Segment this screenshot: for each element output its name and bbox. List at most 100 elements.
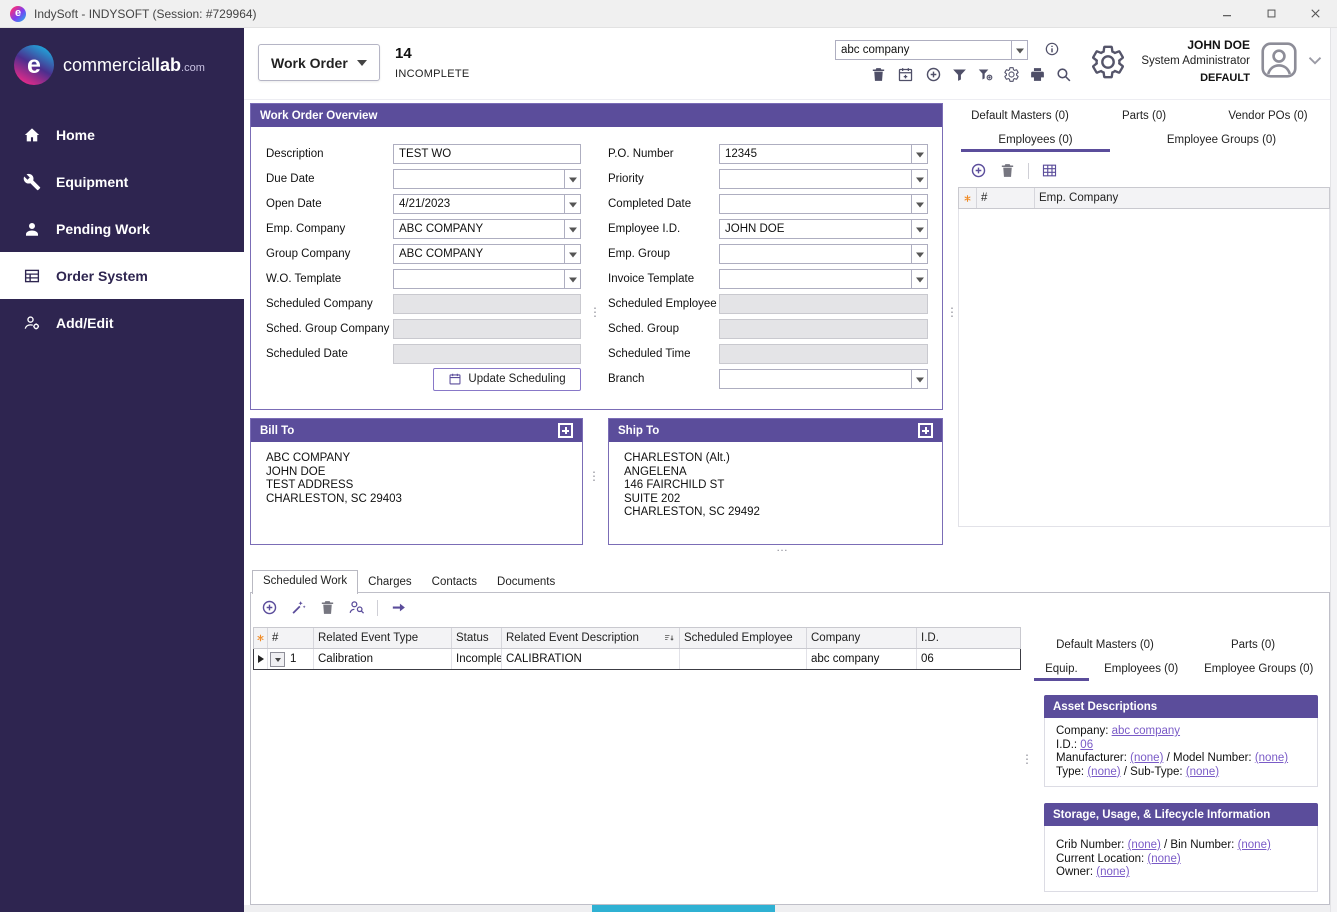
tab-contacts[interactable]: Contacts [422, 572, 487, 593]
user-menu-chevron-icon[interactable] [1304, 49, 1326, 71]
print-icon[interactable] [1029, 66, 1046, 83]
update-scheduling-button[interactable]: Update Scheduling [433, 368, 581, 391]
crib-link[interactable]: (none) [1128, 839, 1161, 851]
maximize-button[interactable] [1249, 0, 1293, 27]
avatar-icon[interactable] [1258, 39, 1300, 81]
tab-parts[interactable]: Parts (0) [1082, 104, 1206, 128]
panel-splitter-handle[interactable]: ⋮ [946, 306, 958, 318]
invoice-template-combo[interactable] [719, 269, 928, 289]
equip-tabs-row2: Equip. Employees (0) Employee Groups (0) [1031, 657, 1327, 681]
emp-company-combo[interactable]: ABC COMPANY [393, 219, 581, 239]
person-search-icon[interactable] [348, 599, 365, 616]
employee-id-combo[interactable]: JOHN DOE [719, 219, 928, 239]
sidebar-item-add-edit[interactable]: Add/Edit [0, 299, 244, 346]
row-dropdown-button[interactable] [270, 652, 285, 667]
priority-combo[interactable] [719, 169, 928, 189]
completed-date-combo[interactable] [719, 194, 928, 214]
trash-icon[interactable] [999, 162, 1016, 179]
add-circle-icon[interactable] [261, 599, 278, 616]
tab-employees[interactable]: Employees (0) [958, 128, 1113, 152]
table-row[interactable]: 1 Calibration Incomple CALIBRATION abc c… [253, 649, 1021, 670]
tab-charges[interactable]: Charges [358, 572, 421, 593]
search-icon[interactable] [1055, 66, 1072, 83]
subtype-link[interactable]: (none) [1186, 766, 1219, 778]
tab-employee-groups[interactable]: Employee Groups (0) [1190, 657, 1327, 681]
minimize-button[interactable] [1205, 0, 1249, 27]
sidebar-item-order-system[interactable]: Order System [0, 252, 244, 299]
column-header[interactable]: Related Event Description [502, 628, 680, 648]
company-combo[interactable]: abc company [835, 40, 1028, 60]
column-header[interactable]: Emp. Company [1035, 188, 1329, 208]
add-bill-to-button[interactable] [558, 423, 573, 438]
id-cell: 06 [917, 649, 1020, 669]
horizontal-scrollbar-thumb[interactable] [592, 905, 775, 912]
arrow-right-icon[interactable] [390, 599, 407, 616]
tab-default-masters[interactable]: Default Masters (0) [1031, 633, 1179, 657]
column-header[interactable]: # [977, 188, 1035, 208]
tab-default-masters[interactable]: Default Masters (0) [958, 104, 1082, 128]
row-selector-cell[interactable] [254, 649, 268, 669]
horizontal-scrollbar[interactable] [244, 905, 1330, 912]
sidebar-item-pending-work[interactable]: Pending Work [0, 205, 244, 252]
add-circle-icon[interactable] [925, 66, 942, 83]
manufacturer-link[interactable]: (none) [1130, 752, 1163, 764]
type-link[interactable]: (none) [1087, 766, 1120, 778]
add-circle-icon[interactable] [970, 162, 987, 179]
grid-icon[interactable] [1041, 162, 1058, 179]
bottom-tabs: Scheduled Work Charges Contacts Document… [252, 569, 565, 593]
description-input[interactable]: TEST WO [393, 144, 581, 164]
column-header[interactable]: # [268, 628, 314, 648]
column-header[interactable]: Related Event Type [314, 628, 452, 648]
tab-vendor-pos[interactable]: Vendor POs (0) [1206, 104, 1330, 128]
column-header[interactable]: Status [452, 628, 502, 648]
filter-icon[interactable] [951, 66, 968, 83]
app-window: e IndySoft - INDYSOFT (Session: #729964)… [0, 0, 1337, 912]
id-link[interactable]: 06 [1080, 739, 1093, 751]
gear-options-icon[interactable] [1003, 66, 1020, 83]
model-link[interactable]: (none) [1255, 752, 1288, 764]
trash-icon[interactable] [870, 66, 887, 83]
close-button[interactable] [1293, 0, 1337, 27]
owner-link[interactable]: (none) [1096, 866, 1129, 878]
bin-link[interactable]: (none) [1238, 839, 1271, 851]
sidebar-nav: Home Equipment Pending Work Order System… [0, 111, 244, 346]
field-label: Sched. Group Company [266, 323, 393, 335]
column-header[interactable]: I.D. [917, 628, 1020, 648]
sidebar-item-home[interactable]: Home [0, 111, 244, 158]
marker-header-cell[interactable] [254, 628, 268, 648]
wo-template-combo[interactable] [393, 269, 581, 289]
billship-splitter-handle[interactable]: ⋮ [588, 470, 600, 482]
open-date-combo[interactable]: 4/21/2023 [393, 194, 581, 214]
marker-header-cell[interactable] [959, 188, 977, 208]
tab-documents[interactable]: Documents [487, 572, 565, 593]
info-icon[interactable] [1044, 41, 1060, 57]
calendar-add-icon[interactable] [897, 66, 914, 83]
magic-wand-icon[interactable] [290, 599, 307, 616]
logo-letter: e [15, 8, 21, 19]
vertical-scrollbar[interactable] [1330, 28, 1337, 912]
column-header[interactable]: Scheduled Employee [680, 628, 807, 648]
tab-employee-groups[interactable]: Employee Groups (0) [1113, 128, 1330, 152]
group-company-combo[interactable]: ABC COMPANY [393, 244, 581, 264]
sidebar-item-equipment[interactable]: Equipment [0, 158, 244, 205]
due-date-combo[interactable] [393, 169, 581, 189]
branch-combo[interactable] [719, 369, 928, 389]
emp-group-combo[interactable] [719, 244, 928, 264]
column-header[interactable]: Company [807, 628, 917, 648]
sidebar-item-label: Pending Work [56, 221, 150, 237]
tab-employees[interactable]: Employees (0) [1092, 657, 1191, 681]
trash-icon[interactable] [319, 599, 336, 616]
sidebar: e commerciallab.com Home Equipment Pendi… [0, 28, 244, 912]
work-order-dropdown-button[interactable]: Work Order [258, 44, 380, 81]
column-splitter-handle[interactable]: ⋮ [589, 306, 601, 318]
header-bar: Work Order 14 INCOMPLETE abc company JOH… [244, 28, 1330, 100]
tab-parts[interactable]: Parts (0) [1179, 633, 1327, 657]
po-number-combo[interactable]: 12345 [719, 144, 928, 164]
chevron-down-icon [564, 270, 580, 288]
add-ship-to-button[interactable] [918, 423, 933, 438]
tab-scheduled-work[interactable]: Scheduled Work [252, 570, 358, 594]
filter-settings-icon[interactable] [977, 66, 994, 83]
tab-equip[interactable]: Equip. [1031, 657, 1092, 681]
location-link[interactable]: (none) [1147, 853, 1180, 865]
company-link[interactable]: abc company [1112, 725, 1180, 737]
